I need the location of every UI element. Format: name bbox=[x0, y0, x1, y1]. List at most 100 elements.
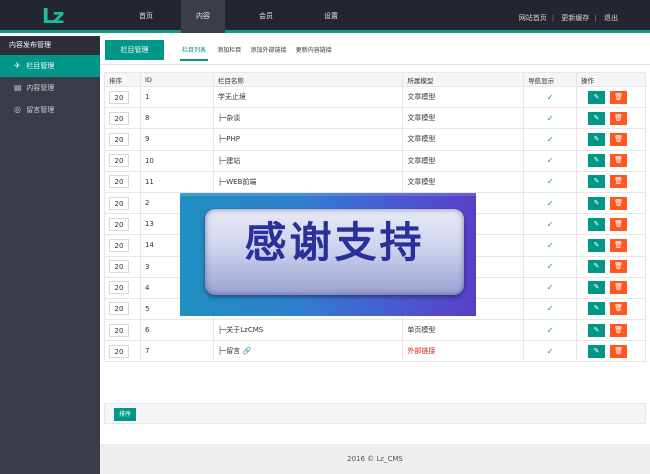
table-row: 20 10 ├─建站 文章模型 ✓ ✎ 🗑 bbox=[104, 149, 646, 172]
edit-button[interactable]: ✎ bbox=[588, 344, 606, 358]
delete-button[interactable]: 🗑 bbox=[610, 90, 628, 104]
delete-button[interactable]: 🗑 bbox=[610, 260, 628, 274]
nav-cell: ✓ bbox=[523, 255, 578, 278]
divider bbox=[100, 64, 650, 65]
thanks-banner: 感谢支持 bbox=[180, 193, 476, 316]
header-actions: 操作 bbox=[576, 72, 646, 87]
trash-icon: 🗑 bbox=[614, 177, 623, 186]
id-cell: 7 bbox=[139, 340, 214, 363]
tab-add-external-link[interactable]: 添加外部链接 bbox=[251, 45, 287, 61]
table-row: 20 7 ├─留言 🔗 外部链接 ✓ ✎ 🗑 bbox=[104, 340, 646, 363]
trash-icon: 🗑 bbox=[614, 304, 623, 313]
column-name[interactable]: ├─建站 bbox=[218, 157, 240, 165]
id-cell: 8 bbox=[139, 107, 214, 130]
nav-cell: ✓ bbox=[523, 297, 578, 321]
pencil-icon: ✎ bbox=[593, 304, 600, 313]
delete-button[interactable]: 🗑 bbox=[610, 281, 628, 295]
check-icon: ✓ bbox=[546, 219, 554, 229]
delete-button[interactable]: 🗑 bbox=[610, 238, 628, 252]
delete-button[interactable]: 🗑 bbox=[610, 217, 628, 231]
trash-icon: 🗑 bbox=[614, 92, 623, 101]
sort-input[interactable]: 20 bbox=[109, 196, 129, 210]
model-cell: 文章模型 bbox=[402, 128, 525, 151]
nav-cell: ✓ bbox=[523, 128, 578, 151]
sort-input[interactable]: 20 bbox=[109, 111, 129, 125]
column-name[interactable]: ├─PHP bbox=[218, 135, 240, 143]
delete-button[interactable]: 🗑 bbox=[610, 302, 628, 316]
id-cell: 10 bbox=[139, 149, 214, 172]
column-name[interactable]: ├─WEB前端 bbox=[218, 178, 257, 186]
id-cell: 6 bbox=[139, 319, 214, 342]
edit-button[interactable]: ✎ bbox=[588, 217, 606, 231]
logo[interactable]: Lz bbox=[42, 4, 68, 28]
pencil-icon: ✎ bbox=[593, 325, 600, 334]
delete-button[interactable]: 🗑 bbox=[610, 175, 628, 189]
column-name[interactable]: ├─杂谈 bbox=[218, 114, 240, 122]
sort-input[interactable]: 20 bbox=[109, 90, 129, 104]
delete-button[interactable]: 🗑 bbox=[610, 154, 628, 168]
tab-update-content-links[interactable]: 更新内容链接 bbox=[296, 45, 332, 61]
actions-cell: ✎ 🗑 bbox=[576, 340, 646, 363]
sort-input[interactable]: 20 bbox=[109, 154, 129, 168]
sort-cell: 20 bbox=[104, 213, 141, 236]
delete-button[interactable]: 🗑 bbox=[610, 196, 628, 210]
sort-input[interactable]: 20 bbox=[109, 217, 129, 231]
delete-button[interactable]: 🗑 bbox=[610, 111, 628, 125]
nav-tab-home[interactable]: 首页 bbox=[124, 0, 168, 33]
table-row: 20 11 ├─WEB前端 文章模型 ✓ ✎ 🗑 bbox=[104, 170, 646, 193]
logout-link[interactable]: 退出 bbox=[600, 14, 622, 22]
tab-column-list[interactable]: 栏目列表 bbox=[180, 45, 209, 61]
edit-button[interactable]: ✎ bbox=[588, 90, 606, 104]
edit-button[interactable]: ✎ bbox=[588, 154, 606, 168]
pencil-icon: ✎ bbox=[593, 177, 600, 186]
nav-tab-members[interactable]: 会员 bbox=[244, 0, 288, 33]
sidebar-item-columns[interactable]: ✈ 栏目管理 bbox=[0, 55, 100, 77]
edit-button[interactable]: ✎ bbox=[588, 238, 606, 252]
actions-cell: ✎ 🗑 bbox=[576, 255, 646, 278]
edit-button[interactable]: ✎ bbox=[588, 323, 606, 337]
sidebar-item-messages[interactable]: ◎ 留言管理 bbox=[0, 99, 100, 121]
edit-button[interactable]: ✎ bbox=[588, 111, 606, 125]
nav-tab-content[interactable]: 内容 bbox=[181, 0, 225, 33]
banner-stripe bbox=[180, 193, 476, 196]
column-name[interactable]: 学无止境 bbox=[218, 93, 246, 101]
name-cell: ├─杂谈 bbox=[212, 107, 404, 130]
sort-input[interactable]: 20 bbox=[109, 281, 129, 295]
sort-input[interactable]: 20 bbox=[109, 302, 129, 316]
sort-button[interactable]: 排序 bbox=[114, 408, 136, 421]
sidebar-item-content[interactable]: ▤ 内容管理 bbox=[0, 77, 100, 99]
actions-cell: ✎ 🗑 bbox=[576, 191, 646, 215]
nav-tab-settings[interactable]: 设置 bbox=[309, 0, 353, 33]
edit-button[interactable]: ✎ bbox=[588, 260, 606, 274]
tab-add-column[interactable]: 添加栏目 bbox=[217, 45, 241, 61]
actions-cell: ✎ 🗑 bbox=[576, 297, 646, 321]
edit-button[interactable]: ✎ bbox=[588, 175, 606, 189]
trash-icon: 🗑 bbox=[614, 156, 623, 165]
delete-button[interactable]: 🗑 bbox=[610, 132, 628, 146]
header-name: 栏目名称 bbox=[212, 72, 404, 87]
check-icon: ✓ bbox=[546, 240, 554, 250]
trash-icon: 🗑 bbox=[614, 262, 623, 271]
sort-input[interactable]: 20 bbox=[109, 175, 129, 189]
sort-input[interactable]: 20 bbox=[109, 132, 129, 146]
header-nav: 导航显示 bbox=[523, 72, 578, 87]
sort-cell: 20 bbox=[104, 149, 141, 172]
delete-button[interactable]: 🗑 bbox=[610, 323, 628, 337]
pencil-icon: ✎ bbox=[593, 156, 600, 165]
delete-button[interactable]: 🗑 bbox=[610, 344, 628, 358]
edit-button[interactable]: ✎ bbox=[588, 196, 606, 210]
column-name[interactable]: ├─关于LzCMS bbox=[218, 326, 263, 334]
check-icon: ✓ bbox=[546, 134, 554, 144]
sort-input[interactable]: 20 bbox=[109, 260, 129, 274]
sort-input[interactable]: 20 bbox=[109, 323, 129, 337]
edit-button[interactable]: ✎ bbox=[588, 302, 606, 316]
trash-icon: 🗑 bbox=[614, 113, 623, 122]
update-cache-link[interactable]: 更新缓存 bbox=[557, 14, 593, 22]
sort-cell: 20 bbox=[104, 85, 141, 109]
edit-button[interactable]: ✎ bbox=[588, 281, 606, 295]
site-home-link[interactable]: 网站首页 bbox=[515, 14, 551, 22]
sort-input[interactable]: 20 bbox=[109, 238, 129, 252]
edit-button[interactable]: ✎ bbox=[588, 132, 606, 146]
column-name[interactable]: ├─留言 bbox=[218, 347, 240, 355]
sort-input[interactable]: 20 bbox=[109, 344, 129, 358]
